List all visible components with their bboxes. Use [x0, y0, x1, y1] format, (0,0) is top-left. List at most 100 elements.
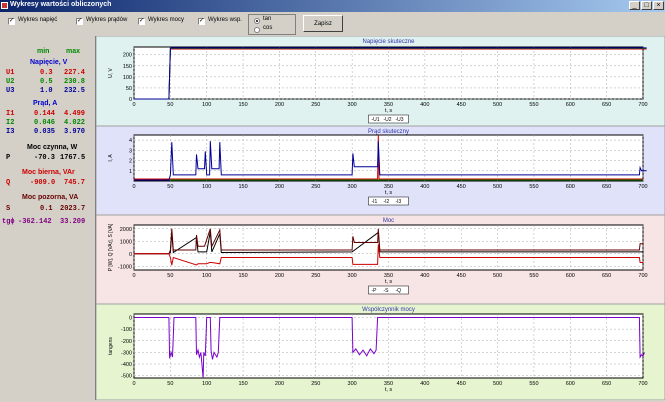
x-axis-label: t, s: [385, 190, 393, 196]
x-tick-label: 0: [132, 184, 135, 190]
checkbox-box[interactable]: ✓: [138, 18, 145, 25]
x-tick-label: 50: [167, 102, 173, 108]
x-tick-label: 400: [420, 184, 429, 190]
x-tick-label: 250: [311, 102, 320, 108]
y-tick-label: 150: [123, 64, 132, 70]
y-axis-label: P [W], Q [VAr], S [VA]: [108, 223, 114, 271]
checkbox-box[interactable]: ✓: [198, 18, 205, 25]
x-tick-label: 100: [202, 102, 211, 108]
current-section-title: Prąd, A: [33, 100, 58, 107]
row-max: 2023.7: [60, 205, 86, 213]
row-label: I2: [6, 119, 15, 127]
y-tick-label: 3: [129, 148, 132, 154]
radio-dot[interactable]: [254, 18, 260, 24]
factor-chart-panel: Współczynnik mocy 0 50 100 150 200 250 300 350 40…: [95, 303, 665, 401]
x-tick-label: 0: [132, 102, 135, 108]
y-tick-label: 1000: [120, 239, 132, 245]
row-max: 745.7: [64, 179, 86, 187]
radio-label: cos: [263, 25, 273, 31]
current-chart: Prąd skuteczny0 50 100 150 200 250 300 350 400 45…: [95, 125, 665, 216]
row-min: 0.3: [40, 69, 53, 77]
y-tick-label: 2000: [120, 227, 132, 233]
legend-item: -U3: [396, 117, 404, 123]
x-tick-label: 0: [132, 273, 135, 279]
y-tick-label: -1000: [118, 264, 132, 270]
row-max: 232.5: [64, 87, 86, 95]
row-label: S: [6, 205, 11, 213]
maximize-button[interactable]: □: [641, 1, 652, 10]
summary-panel: min max Napięcie, V U1 0.3 227.4 U2 0.5 …: [0, 36, 95, 402]
save-button[interactable]: Zapisz: [303, 15, 343, 32]
x-tick-label: 200: [275, 381, 284, 387]
radio-dot[interactable]: [254, 27, 260, 33]
x-tick-label: 600: [566, 273, 575, 279]
x-tick-label: 650: [602, 273, 611, 279]
x-tick-label: 300: [348, 184, 357, 190]
row-min: -909.0: [30, 179, 56, 187]
row-label: U3: [6, 87, 15, 95]
x-tick-label: 250: [311, 273, 320, 279]
x-tick-label: 450: [457, 184, 466, 190]
checkbox-label: Wykres prądów: [86, 17, 128, 23]
x-tick-label: 700: [638, 184, 647, 190]
row-label: I3: [6, 128, 15, 136]
x-tick-label: 650: [602, 184, 611, 190]
current-chart-panel: Prąd skuteczny 0 50 100 150 200 250 300 350 400 45…: [95, 125, 665, 216]
apparent-power-section-title: Moc pozorna, VA: [22, 194, 79, 201]
y-tick-label: 200: [123, 53, 132, 59]
x-tick-label: 450: [457, 273, 466, 279]
row-max: 227.4: [64, 69, 86, 77]
chart-title: Prąd skuteczny: [368, 129, 409, 135]
y-tick-label: 0: [129, 315, 132, 321]
x-tick-label: 700: [638, 102, 647, 108]
row-max: 3.970: [64, 128, 86, 136]
close-button[interactable]: ×: [653, 1, 664, 10]
legend-item: -P: [372, 288, 378, 294]
x-tick-label: 50: [167, 184, 173, 190]
power-chart: Moc0 50 100 150 200 250 300 350 400 450 500 550 600 6…: [95, 214, 665, 305]
x-tick-label: 550: [529, 273, 538, 279]
chart-title: Współczynnik mocy: [362, 307, 415, 313]
row-max: 1767.5: [60, 154, 86, 162]
row-label: P: [6, 154, 11, 162]
window-title: Wykresy wartości obliczonych: [10, 1, 112, 8]
legend-item: -I1: [372, 199, 378, 205]
row-max: 230.8: [64, 78, 86, 86]
x-tick-label: 500: [493, 381, 502, 387]
x-axis-label: t, s: [385, 387, 393, 393]
y-axis-label: U, V: [108, 67, 114, 77]
x-tick-label: 200: [275, 273, 284, 279]
legend-item: -Q: [396, 288, 402, 294]
max-header: max: [66, 48, 81, 55]
x-tick-label: 550: [529, 381, 538, 387]
checkbox-box[interactable]: ✓: [76, 18, 83, 25]
row-min: -362.142: [18, 218, 52, 226]
y-tick-label: 4: [129, 138, 132, 144]
x-tick-label: 550: [529, 102, 538, 108]
x-tick-label: 150: [238, 102, 247, 108]
checkbox-label: Wykres wsp.: [208, 17, 242, 23]
legend-item: -S: [384, 288, 390, 294]
x-tick-label: 50: [167, 381, 173, 387]
y-tick-label: -500: [121, 374, 132, 380]
row-min: 0.035: [34, 128, 56, 136]
power-chart-panel: Moc 0 50 100 150 200 250 300 350 400 450 500 550 600 6…: [95, 214, 665, 305]
x-tick-label: 100: [202, 184, 211, 190]
x-tick-label: 450: [457, 381, 466, 387]
row-min: 0.5: [40, 78, 53, 86]
y-tick-label: -100: [121, 327, 132, 333]
row-max: 33.209: [60, 218, 86, 226]
minimize-button[interactable]: _: [629, 1, 640, 10]
app-icon: [1, 2, 8, 9]
radio-label: tan: [263, 16, 272, 22]
toolbar: ✓ Wykres napięć ✓ Wykres prądów ✓ Wykres…: [0, 12, 665, 36]
x-tick-label: 650: [602, 102, 611, 108]
row-min: 0.144: [34, 110, 56, 118]
row-label: Q: [6, 179, 11, 187]
factor-chart: Współczynnik mocy0 50 100 150 200 250 300 350 40…: [95, 303, 665, 401]
x-tick-label: 50: [167, 273, 173, 279]
row-min: -70.3: [34, 154, 56, 162]
x-axis-label: t, s: [385, 108, 393, 114]
x-tick-label: 500: [493, 184, 502, 190]
checkbox-box[interactable]: ✓: [8, 18, 15, 25]
